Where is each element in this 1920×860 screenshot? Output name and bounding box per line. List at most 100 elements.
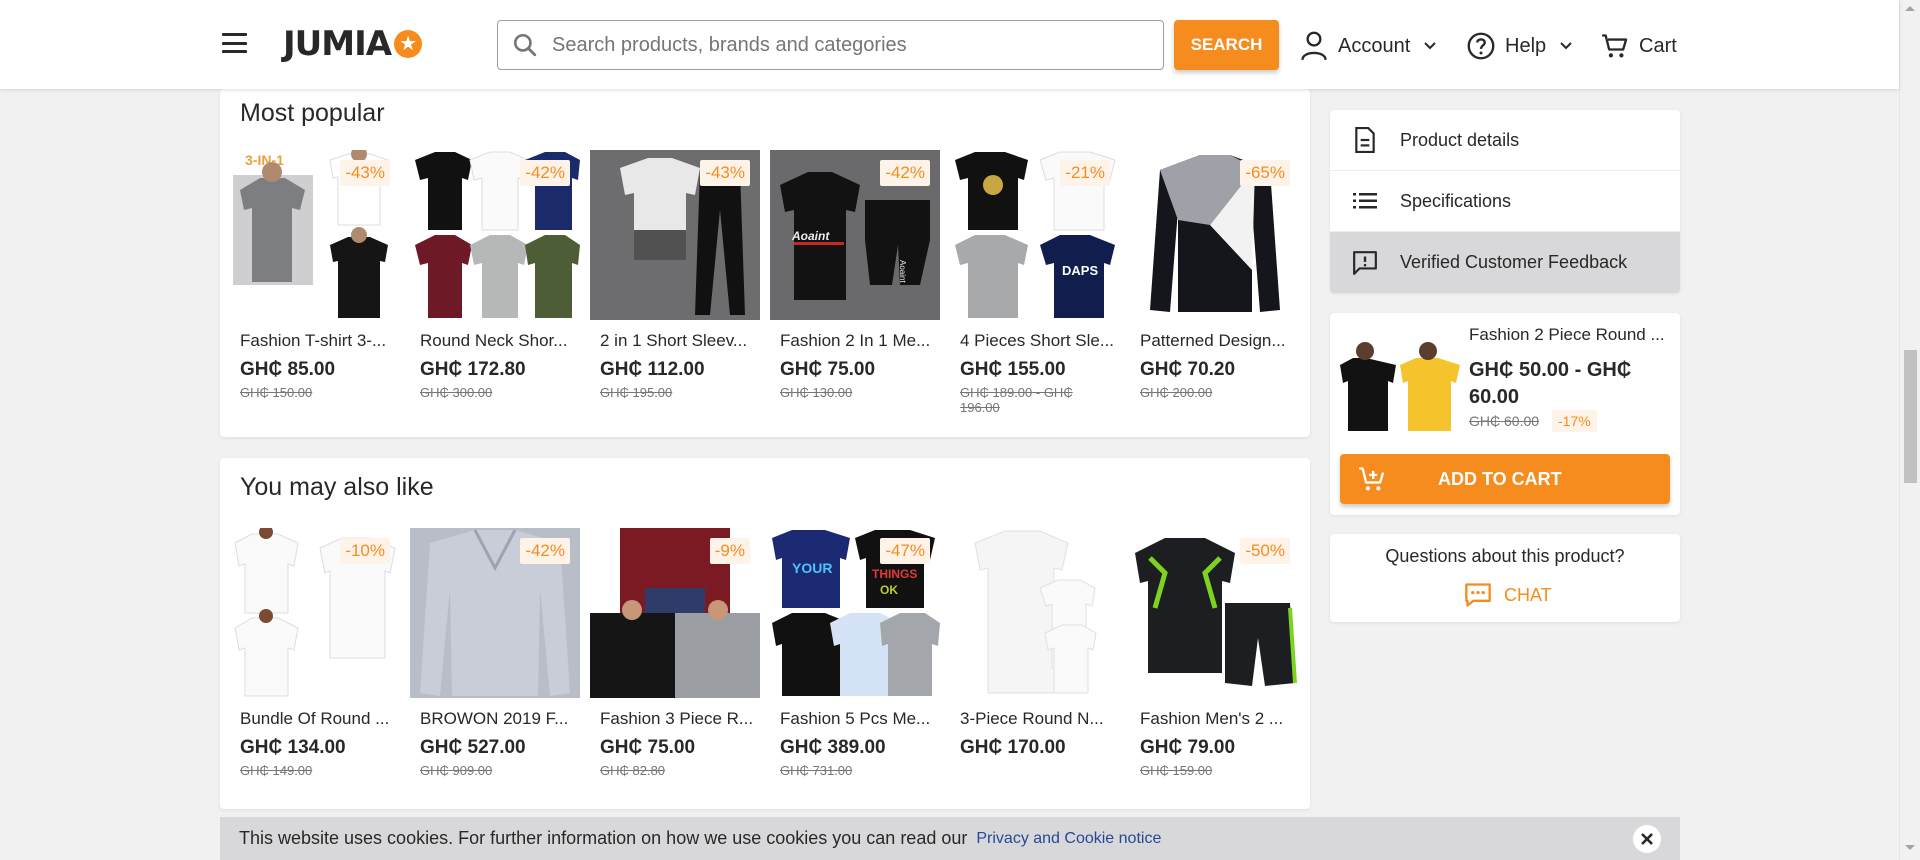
logo-text: JUMIA [283, 24, 392, 64]
menu-icon[interactable] [222, 33, 247, 53]
product-old-price: GH₵ 200.00 [1140, 385, 1213, 400]
product-card[interactable]: DAPS -21% 4 Pieces Short Sle... GH₵ 155.… [950, 150, 1130, 415]
add-to-cart-button[interactable]: ADD TO CART [1340, 454, 1670, 504]
nav-label: Product details [1400, 129, 1520, 150]
product-old-price: GH₵ 189.00 - GH₵ 196.00 [960, 385, 1073, 415]
product-card[interactable]: 3-IN-1 -43% Fashion T-shirt 3-... GH₵ 85… [230, 150, 410, 415]
chat-button[interactable]: CHAT [1464, 582, 1552, 608]
product-old-price: GH₵ 731.00 [780, 763, 853, 778]
product-old-price: GH₵ 909.00 [420, 763, 493, 778]
product-old-price: GH₵ 300.00 [420, 385, 493, 400]
product-image: -42% [410, 528, 580, 698]
nav-label: Specifications [1400, 190, 1512, 211]
list-icon [1330, 192, 1400, 210]
product-old-price: GH₵ 159.00 [1140, 763, 1213, 778]
product-price: GH₵ 85.00 [240, 359, 336, 380]
questions-card: Questions about this product? CHAT [1330, 534, 1680, 622]
product-name: 3-Piece Round N... [960, 709, 1104, 728]
product-card[interactable]: -42% BROWON 2019 F... GH₵ 527.00 GH₵ 909… [410, 528, 590, 778]
product-price: GH₵ 155.00 [960, 359, 1066, 380]
nav-product-details[interactable]: Product details [1330, 110, 1680, 171]
discount-badge: -42% [520, 160, 570, 186]
feedback-icon [1330, 250, 1400, 276]
product-old-price: GH₵ 149.00 [240, 763, 313, 778]
chat-icon [1465, 583, 1491, 607]
product-price: GH₵ 79.00 [1140, 737, 1236, 758]
questions-text: Questions about this product? [1385, 546, 1625, 566]
document-icon [1330, 127, 1400, 153]
section-title: Most popular [240, 99, 385, 127]
discount-badge: -42% [880, 160, 930, 186]
account-label: Account [1338, 34, 1411, 57]
product-image: -50% [1130, 528, 1300, 698]
product-card[interactable]: -50% Fashion Men's 2 ... GH₵ 79.00 GH₵ 1… [1130, 528, 1310, 778]
product-old-price: GH₵ 150.00 [240, 385, 313, 400]
discount-badge: -47% [880, 538, 930, 564]
search-button[interactable]: SEARCH [1174, 20, 1279, 70]
product-card[interactable]: Aoaint Aoaint -42% Fashion 2 In 1 Me... … [770, 150, 950, 415]
product-price: GH₵ 70.20 [1140, 359, 1236, 380]
discount-badge: -10% [340, 538, 390, 564]
help-icon [1467, 32, 1495, 60]
chevron-down-icon [1424, 42, 1436, 50]
user-icon [1301, 31, 1327, 61]
cookie-text: This website uses cookies. For further i… [239, 828, 968, 848]
scroll-thumb[interactable] [1904, 350, 1917, 483]
mini-product-name: Fashion 2 Piece Round ... [1469, 325, 1665, 344]
help-menu[interactable]: Help [1467, 26, 1572, 66]
product-side-nav: Product details Specifications Verified … [1330, 110, 1680, 293]
close-cookie-button[interactable] [1633, 825, 1661, 853]
product-card[interactable]: YOUR THINGS OK -47% Fashion 5 Pcs Me... … [770, 528, 950, 778]
svg-text:YOUR: YOUR [792, 560, 832, 576]
sticky-product-card: Fashion 2 Piece Round ... GH₵ 50.00 - GH… [1330, 313, 1680, 515]
add-to-cart-icon [1359, 467, 1385, 491]
most-popular-section: Most popular 3-IN-1 -43% Fashion T-shirt… [220, 89, 1310, 437]
privacy-notice-link[interactable]: Privacy and Cookie notice [976, 830, 1161, 848]
scroll-up-arrow[interactable] [1905, 6, 1915, 11]
discount-badge: -21% [1060, 160, 1110, 186]
mini-product-image [1340, 342, 1460, 431]
cart-label: Cart [1639, 34, 1677, 57]
product-name: Fashion 5 Pcs Me... [780, 709, 931, 728]
product-price: GH₵ 527.00 [420, 737, 526, 758]
product-card[interactable]: -10% Bundle Of Round ... GH₵ 134.00 GH₵ … [230, 528, 410, 778]
help-label: Help [1505, 34, 1547, 57]
product-image: Aoaint Aoaint -42% [770, 150, 940, 320]
product-image: YOUR THINGS OK -47% [770, 528, 940, 698]
product-price: GH₵ 172.80 [420, 359, 526, 380]
product-card[interactable]: -43% 2 in 1 Short Sleev... GH₵ 112.00 GH… [590, 150, 770, 415]
product-name: Patterned Design... [1140, 331, 1286, 350]
discount-badge: -43% [340, 160, 390, 186]
product-card[interactable]: -65% Patterned Design... GH₵ 70.20 GH₵ 2… [1130, 150, 1310, 415]
product-image: -43% [590, 150, 760, 320]
product-image: -9% [590, 528, 760, 698]
mini-product-old-price: GH₵ 60.00 [1469, 413, 1540, 429]
nav-specifications[interactable]: Specifications [1330, 171, 1680, 232]
product-price: GH₵ 75.00 [780, 359, 876, 380]
product-name: Fashion 3 Piece R... [600, 709, 754, 728]
mini-product-discount: -17% [1552, 410, 1597, 432]
jumia-logo[interactable]: JUMIA ★ [283, 24, 423, 64]
search-box [497, 20, 1164, 70]
product-card[interactable]: -9% Fashion 3 Piece R... GH₵ 75.00 GH₵ 8… [590, 528, 770, 778]
search-input[interactable] [552, 33, 1132, 57]
cookie-banner: This website uses cookies. For further i… [220, 817, 1680, 860]
product-card[interactable]: -42% Round Neck Shor... GH₵ 172.80 GH₵ 3… [410, 150, 590, 415]
page-scrollbar[interactable] [1899, 0, 1920, 860]
product-image [950, 528, 1120, 698]
product-card[interactable]: 3-Piece Round N... GH₵ 170.00 [950, 528, 1130, 778]
account-menu[interactable]: Account [1300, 26, 1436, 66]
nav-verified-feedback[interactable]: Verified Customer Feedback [1330, 232, 1680, 293]
product-price: GH₵ 75.00 [600, 737, 696, 758]
svg-text:DAPS: DAPS [1062, 263, 1098, 278]
scroll-down-arrow[interactable] [1905, 845, 1915, 850]
product-old-price: GH₵ 130.00 [780, 385, 853, 400]
cart-icon [1602, 34, 1628, 58]
product-image: 3-IN-1 -43% [230, 150, 400, 320]
cart-link[interactable]: Cart [1601, 26, 1677, 66]
star-icon: ★ [394, 30, 423, 58]
discount-badge: -9% [709, 538, 750, 564]
product-name: 4 Pieces Short Sle... [960, 331, 1115, 350]
discount-badge: -43% [700, 160, 750, 186]
nav-label: Verified Customer Feedback [1400, 252, 1628, 272]
